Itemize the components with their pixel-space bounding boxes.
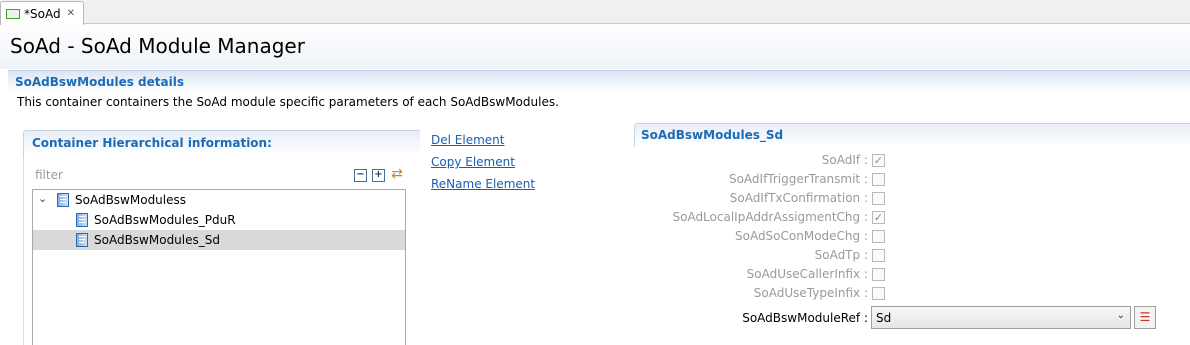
param-checkbox-usetypeinfix[interactable] [872, 287, 885, 300]
close-icon[interactable]: ✕ [67, 8, 75, 19]
sync-icon[interactable]: ⇄ [389, 166, 405, 182]
module-ref-select[interactable]: Sd ⌄ [871, 306, 1131, 329]
hierarchy-panel-title: Container Hierarchical information: [32, 136, 272, 150]
page-header: SoAd - SoAd Module Manager [0, 25, 1190, 69]
param-label-usetypeinfix: SoAdUseTypeInfix : [753, 286, 868, 300]
del-element-link[interactable]: Del Element [431, 133, 504, 147]
tree-node-label: SoAdBswModules_PduR [94, 213, 236, 227]
details-panel-header: SoAdBswModules_Sd [634, 123, 1190, 147]
tree-node-root[interactable]: ⌄ SoAdBswModuless [33, 190, 405, 210]
editor-tab-bar: *SoAd ✕ [0, 0, 1190, 25]
module-ref-label: SoAdBswModuleRef : [742, 311, 868, 325]
container-tree: ⌄ SoAdBswModuless SoAdBswModules_PduR So… [32, 189, 406, 345]
param-label-iftxconfirmation: SoAdIfTxConfirmation : [729, 191, 868, 205]
param-label-soadif: SoAdIf : [821, 153, 868, 167]
container-node-icon [57, 193, 69, 207]
filter-input[interactable]: filter [35, 168, 63, 182]
copy-element-link[interactable]: Copy Element [431, 155, 515, 169]
container-node-icon [76, 213, 88, 227]
panel-border [23, 156, 24, 345]
param-label-usecallerinfix: SoAdUseCallerInfix : [746, 267, 868, 281]
container-node-icon [76, 233, 88, 247]
editor-tab[interactable]: *SoAd ✕ [0, 1, 84, 25]
details-panel-title: SoAdBswModules_Sd [641, 128, 784, 142]
param-label-soconmodechg: SoAdSoConModeChg : [734, 229, 868, 243]
page-title: SoAd - SoAd Module Manager [10, 34, 305, 58]
param-label-soadtp: SoAdTp : [814, 248, 868, 262]
tree-node-sd[interactable]: SoAdBswModules_Sd [33, 230, 405, 250]
module-ref-value: Sd [876, 310, 892, 325]
editor-tab-label: *SoAd [24, 6, 61, 21]
param-checkbox-soadif[interactable]: ✓ [872, 154, 885, 167]
param-checkbox-localipaddrassigmentchg[interactable]: ✓ [872, 211, 885, 224]
list-icon[interactable]: ☰ [1134, 306, 1156, 329]
expand-arrow-icon[interactable]: ⌄ [38, 192, 47, 205]
section-title: SoAdBswModules details [15, 75, 184, 89]
param-checkbox-iftriggertransmit[interactable] [872, 173, 885, 186]
param-label-iftriggertransmit: SoAdIfTriggerTransmit : [728, 172, 868, 186]
file-icon [6, 8, 20, 19]
param-checkbox-iftxconfirmation[interactable] [872, 192, 885, 205]
tree-node-pdur[interactable]: SoAdBswModules_PduR [33, 210, 405, 230]
section-description: This container containers the SoAd modul… [17, 95, 559, 109]
section-header: SoAdBswModules details [8, 70, 1190, 92]
param-label-localipaddrassigmentchg: SoAdLocalIpAddrAssigmentChg : [672, 210, 868, 224]
rename-element-link[interactable]: ReName Element [431, 177, 535, 191]
hierarchy-panel-header: Container Hierarchical information: [23, 130, 420, 156]
collapse-all-icon[interactable]: − [354, 169, 367, 182]
param-checkbox-usecallerinfix[interactable] [872, 268, 885, 281]
expand-all-icon[interactable]: + [372, 169, 385, 182]
param-checkbox-soconmodechg[interactable] [872, 230, 885, 243]
param-checkbox-soadtp[interactable] [872, 249, 885, 262]
chevron-down-icon[interactable]: ⌄ [1117, 310, 1125, 321]
tree-node-label: SoAdBswModuless [75, 193, 187, 207]
tree-node-label: SoAdBswModules_Sd [94, 233, 220, 247]
